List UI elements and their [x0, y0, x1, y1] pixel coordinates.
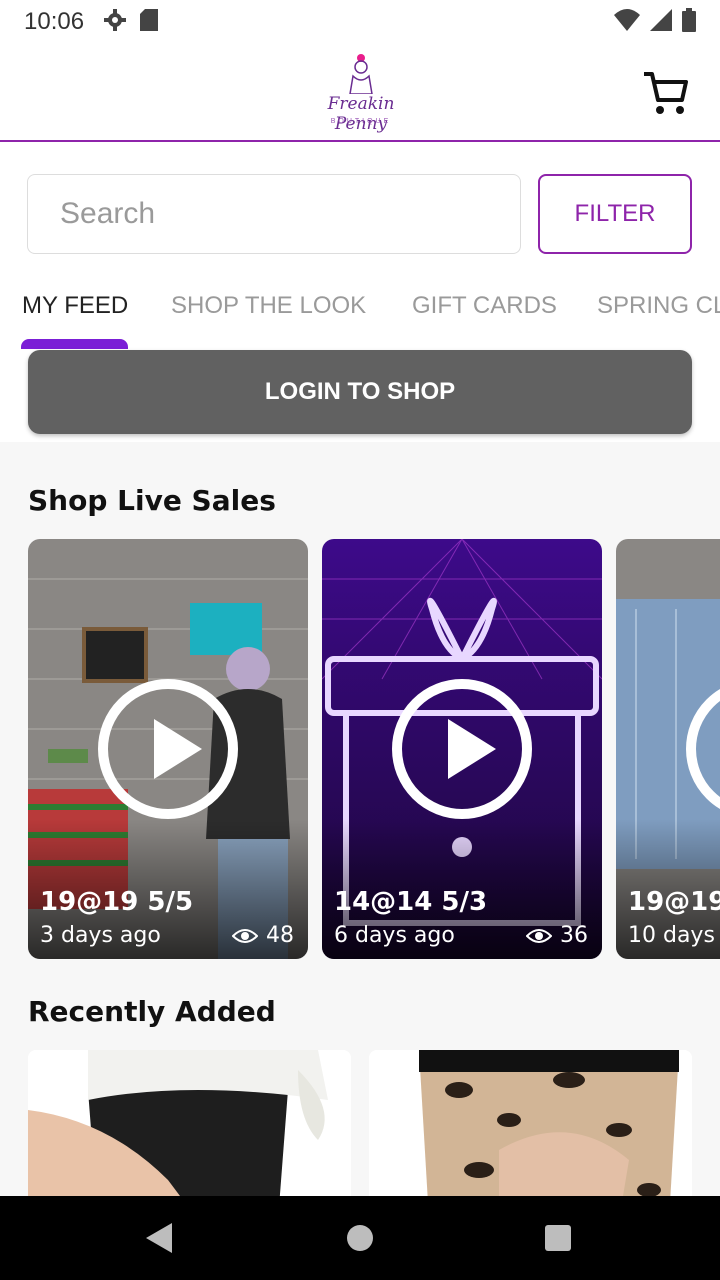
- live-sale-card[interactable]: 14@14 5/3 6 days ago 36: [322, 539, 602, 959]
- tab-spring[interactable]: SPRING CL: [597, 292, 720, 320]
- product-card[interactable]: [369, 1050, 692, 1220]
- tab-gift-cards[interactable]: GIFT CARDS: [412, 292, 557, 320]
- tab-shop-the-look[interactable]: SHOP THE LOOK: [171, 292, 366, 320]
- cart-icon: [644, 72, 688, 114]
- product-image: [28, 1050, 351, 1220]
- live-sale-time: 6 days ago: [334, 923, 455, 948]
- logo-figure-icon: [349, 54, 373, 95]
- cart-button[interactable]: [640, 68, 690, 118]
- battery-icon: [682, 7, 696, 37]
- wifi-icon: [614, 8, 640, 36]
- category-tabs: MY FEED SHOP THE LOOK GIFT CARDS SPRING …: [0, 284, 720, 342]
- logo-text: Freakin Penny: [327, 94, 395, 134]
- play-icon[interactable]: [392, 679, 532, 819]
- live-sale-time: 10 days: [628, 923, 715, 948]
- app-header: Freakin Penny BOUTIQUE: [0, 44, 720, 142]
- views-count: 36: [560, 923, 588, 948]
- brand-logo[interactable]: Freakin Penny BOUTIQUE: [300, 54, 422, 134]
- live-sale-title: 19@19: [628, 887, 720, 917]
- eye-icon: [526, 928, 552, 943]
- product-card[interactable]: [28, 1050, 351, 1220]
- home-icon[interactable]: [347, 1225, 373, 1251]
- signal-icon: [650, 8, 672, 36]
- section-title-recently-added: Recently Added: [28, 995, 276, 1028]
- system-nav-bar: [0, 1196, 720, 1280]
- live-sale-time: 3 days ago: [40, 923, 161, 948]
- logo-subtext: BOUTIQUE: [330, 118, 392, 125]
- live-sale-title: 19@19 5/5: [40, 887, 194, 917]
- active-tab-indicator: [21, 339, 128, 349]
- search-input[interactable]: [60, 175, 488, 253]
- search-box: [27, 174, 521, 254]
- settings-icon: [104, 8, 127, 36]
- sd-card-icon: [140, 8, 159, 36]
- login-to-shop-button[interactable]: LOGIN TO SHOP: [28, 350, 692, 434]
- section-title-live-sales: Shop Live Sales: [28, 484, 276, 517]
- status-bar: 10:06: [0, 0, 720, 44]
- live-sale-card[interactable]: 19@19 5/5 3 days ago 48: [28, 539, 308, 959]
- back-icon[interactable]: [146, 1223, 172, 1253]
- tab-my-feed[interactable]: MY FEED: [22, 292, 128, 320]
- live-sale-views: 48: [232, 923, 294, 948]
- live-sale-card[interactable]: 19@19 10 days: [616, 539, 720, 959]
- views-count: 48: [266, 923, 294, 948]
- recents-icon[interactable]: [545, 1225, 571, 1251]
- play-icon[interactable]: [98, 679, 238, 819]
- live-sale-title: 14@14 5/3: [334, 887, 488, 917]
- top-controls: FILTER MY FEED SHOP THE LOOK GIFT CARDS …: [0, 142, 720, 442]
- live-sale-views: 36: [526, 923, 588, 948]
- product-image: [369, 1050, 692, 1220]
- status-time: 10:06: [24, 8, 85, 35]
- filter-button[interactable]: FILTER: [538, 174, 692, 254]
- eye-icon: [232, 928, 258, 943]
